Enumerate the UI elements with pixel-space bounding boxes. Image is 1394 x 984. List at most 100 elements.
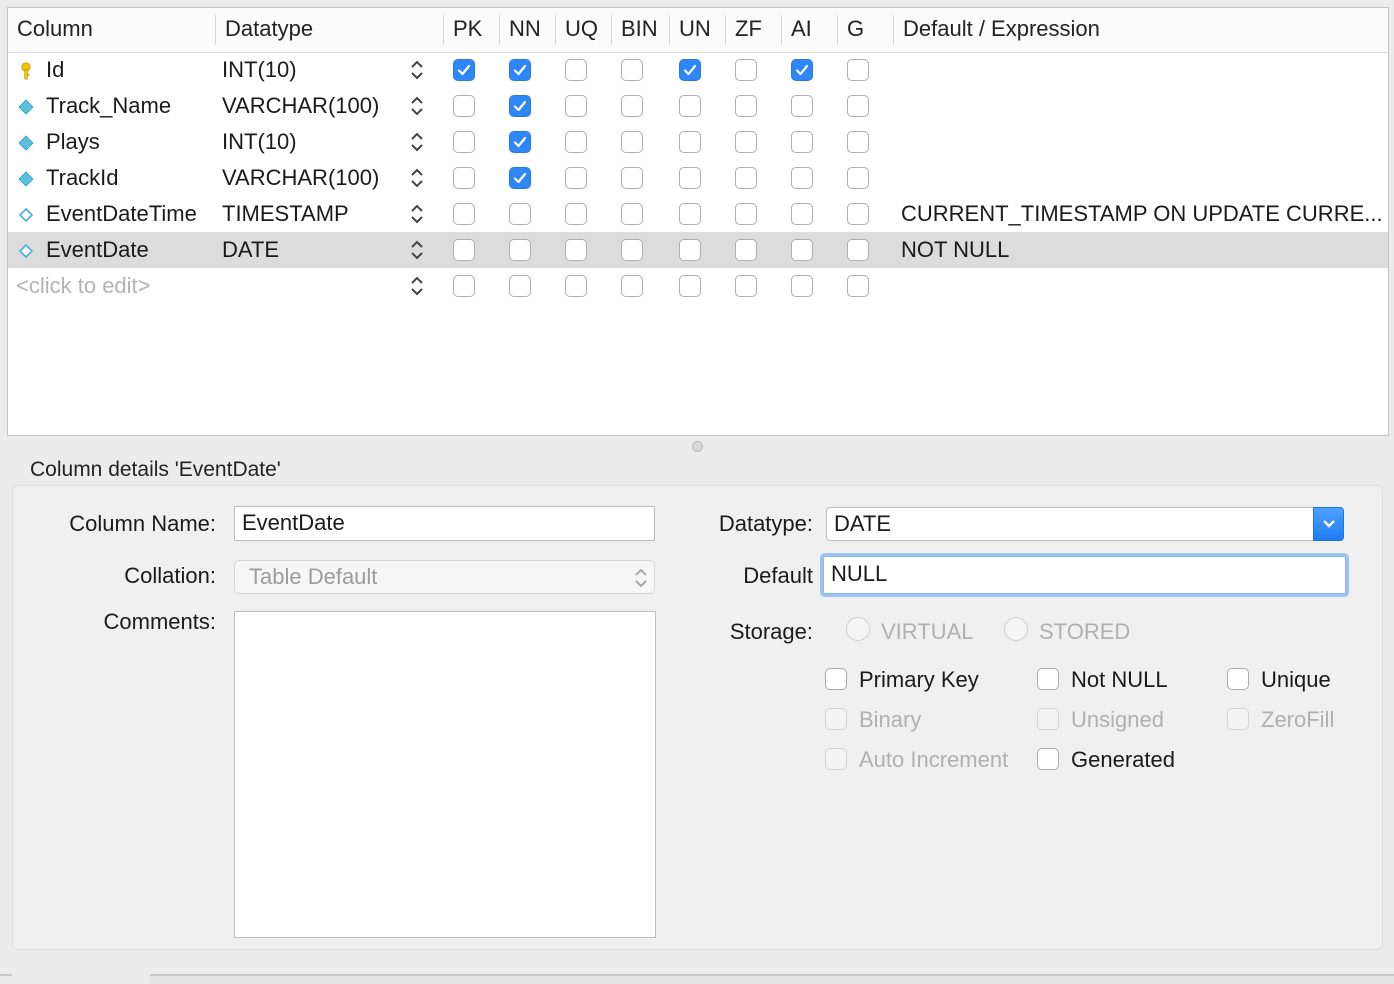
bin-checkbox[interactable] bbox=[621, 59, 643, 81]
not-null-checkbox[interactable] bbox=[1037, 668, 1059, 690]
nn-checkbox[interactable] bbox=[509, 239, 531, 261]
column-row[interactable]: Track_Name VARCHAR(100) bbox=[8, 88, 1388, 124]
stepper-icon[interactable] bbox=[409, 167, 425, 189]
click-to-edit-placeholder[interactable]: <click to edit> bbox=[16, 268, 151, 304]
column-datatype[interactable]: INT(10) bbox=[222, 124, 297, 160]
un-checkbox[interactable] bbox=[679, 131, 701, 153]
columns-grid[interactable]: Column Datatype PK NN UQ BIN UN ZF AI G … bbox=[7, 7, 1389, 436]
column-row[interactable]: TrackId VARCHAR(100) bbox=[8, 160, 1388, 196]
stepper-icon[interactable] bbox=[409, 95, 425, 117]
bottom-tab-bar[interactable] bbox=[150, 974, 1394, 984]
primary-key-label[interactable]: Primary Key bbox=[859, 667, 979, 693]
zf-checkbox[interactable] bbox=[735, 95, 757, 117]
stepper-icon[interactable] bbox=[409, 131, 425, 153]
g-checkbox[interactable] bbox=[847, 59, 869, 81]
pk-checkbox[interactable] bbox=[453, 275, 475, 297]
header-g[interactable]: G bbox=[847, 8, 864, 52]
header-uq[interactable]: UQ bbox=[565, 8, 598, 52]
datatype-select[interactable]: DATE bbox=[826, 507, 1344, 541]
header-nn[interactable]: NN bbox=[509, 8, 541, 52]
column-name-field[interactable]: EventDate bbox=[234, 506, 655, 541]
header-datatype[interactable]: Datatype bbox=[225, 8, 313, 52]
ai-checkbox[interactable] bbox=[791, 131, 813, 153]
column-default-expression[interactable] bbox=[901, 52, 1381, 88]
g-checkbox[interactable] bbox=[847, 203, 869, 225]
zf-checkbox[interactable] bbox=[735, 131, 757, 153]
stepper-icon[interactable] bbox=[409, 275, 425, 297]
column-name[interactable]: Plays bbox=[46, 124, 100, 160]
bin-checkbox[interactable] bbox=[621, 203, 643, 225]
bin-checkbox[interactable] bbox=[621, 167, 643, 189]
uq-checkbox[interactable] bbox=[565, 95, 587, 117]
nn-checkbox[interactable] bbox=[509, 59, 531, 81]
bin-checkbox[interactable] bbox=[621, 239, 643, 261]
nn-checkbox[interactable] bbox=[509, 203, 531, 225]
bin-checkbox[interactable] bbox=[621, 95, 643, 117]
header-un[interactable]: UN bbox=[679, 8, 711, 52]
zf-checkbox[interactable] bbox=[735, 275, 757, 297]
un-checkbox[interactable] bbox=[679, 59, 701, 81]
bin-checkbox[interactable] bbox=[621, 275, 643, 297]
column-row[interactable]: Id INT(10) bbox=[8, 52, 1388, 88]
nn-checkbox[interactable] bbox=[509, 131, 531, 153]
bin-checkbox[interactable] bbox=[621, 131, 643, 153]
ai-checkbox[interactable] bbox=[791, 95, 813, 117]
zf-checkbox[interactable] bbox=[735, 239, 757, 261]
column-name[interactable]: EventDate bbox=[46, 232, 149, 268]
column-datatype[interactable]: VARCHAR(100) bbox=[222, 160, 379, 196]
un-checkbox[interactable] bbox=[679, 95, 701, 117]
stepper-icon[interactable] bbox=[409, 203, 425, 225]
uq-checkbox[interactable] bbox=[565, 239, 587, 261]
ai-checkbox[interactable] bbox=[791, 275, 813, 297]
column-row[interactable]: Plays INT(10) bbox=[8, 124, 1388, 160]
pk-checkbox[interactable] bbox=[453, 203, 475, 225]
column-datatype[interactable]: TIMESTAMP bbox=[222, 196, 349, 232]
un-checkbox[interactable] bbox=[679, 167, 701, 189]
not-null-label[interactable]: Not NULL bbox=[1071, 667, 1168, 693]
column-row[interactable]: EventDateTime TIMESTAMP CURRENT_TIMESTAMP … bbox=[8, 196, 1388, 232]
ai-checkbox[interactable] bbox=[791, 167, 813, 189]
default-field[interactable]: NULL bbox=[823, 556, 1346, 594]
ai-checkbox[interactable] bbox=[791, 239, 813, 261]
column-name[interactable]: Id bbox=[46, 52, 64, 88]
un-checkbox[interactable] bbox=[679, 239, 701, 261]
column-datatype[interactable]: VARCHAR(100) bbox=[222, 88, 379, 124]
unique-checkbox[interactable] bbox=[1227, 668, 1249, 690]
header-zf[interactable]: ZF bbox=[735, 8, 762, 52]
column-datatype[interactable]: INT(10) bbox=[222, 52, 297, 88]
un-checkbox[interactable] bbox=[679, 203, 701, 225]
primary-key-checkbox[interactable] bbox=[825, 668, 847, 690]
column-default-expression[interactable] bbox=[901, 160, 1381, 196]
header-column[interactable]: Column bbox=[17, 8, 93, 52]
g-checkbox[interactable] bbox=[847, 131, 869, 153]
zf-checkbox[interactable] bbox=[735, 59, 757, 81]
un-checkbox[interactable] bbox=[679, 275, 701, 297]
column-name[interactable]: TrackId bbox=[46, 160, 119, 196]
column-row[interactable]: EventDate DATE NOT NULL bbox=[8, 232, 1388, 268]
unique-label[interactable]: Unique bbox=[1261, 667, 1331, 693]
header-bin[interactable]: BIN bbox=[621, 8, 658, 52]
column-datatype[interactable]: DATE bbox=[222, 232, 279, 268]
column-default-expression[interactable] bbox=[901, 88, 1381, 124]
g-checkbox[interactable] bbox=[847, 239, 869, 261]
header-default-expression[interactable]: Default / Expression bbox=[903, 8, 1100, 52]
g-checkbox[interactable] bbox=[847, 95, 869, 117]
column-default-expression[interactable]: NOT NULL bbox=[901, 232, 1381, 268]
uq-checkbox[interactable] bbox=[565, 167, 587, 189]
nn-checkbox[interactable] bbox=[509, 167, 531, 189]
pk-checkbox[interactable] bbox=[453, 239, 475, 261]
comments-textarea[interactable] bbox=[234, 611, 656, 938]
new-column-row[interactable]: <click to edit> bbox=[8, 268, 1388, 304]
g-checkbox[interactable] bbox=[847, 275, 869, 297]
generated-label[interactable]: Generated bbox=[1071, 747, 1175, 773]
ai-checkbox[interactable] bbox=[791, 203, 813, 225]
uq-checkbox[interactable] bbox=[565, 59, 587, 81]
nn-checkbox[interactable] bbox=[509, 275, 531, 297]
pk-checkbox[interactable] bbox=[453, 167, 475, 189]
header-ai[interactable]: AI bbox=[791, 8, 812, 52]
stepper-icon[interactable] bbox=[409, 59, 425, 81]
column-name[interactable]: EventDateTime bbox=[46, 196, 197, 232]
column-name[interactable]: Track_Name bbox=[46, 88, 171, 124]
nn-checkbox[interactable] bbox=[509, 95, 531, 117]
uq-checkbox[interactable] bbox=[565, 275, 587, 297]
